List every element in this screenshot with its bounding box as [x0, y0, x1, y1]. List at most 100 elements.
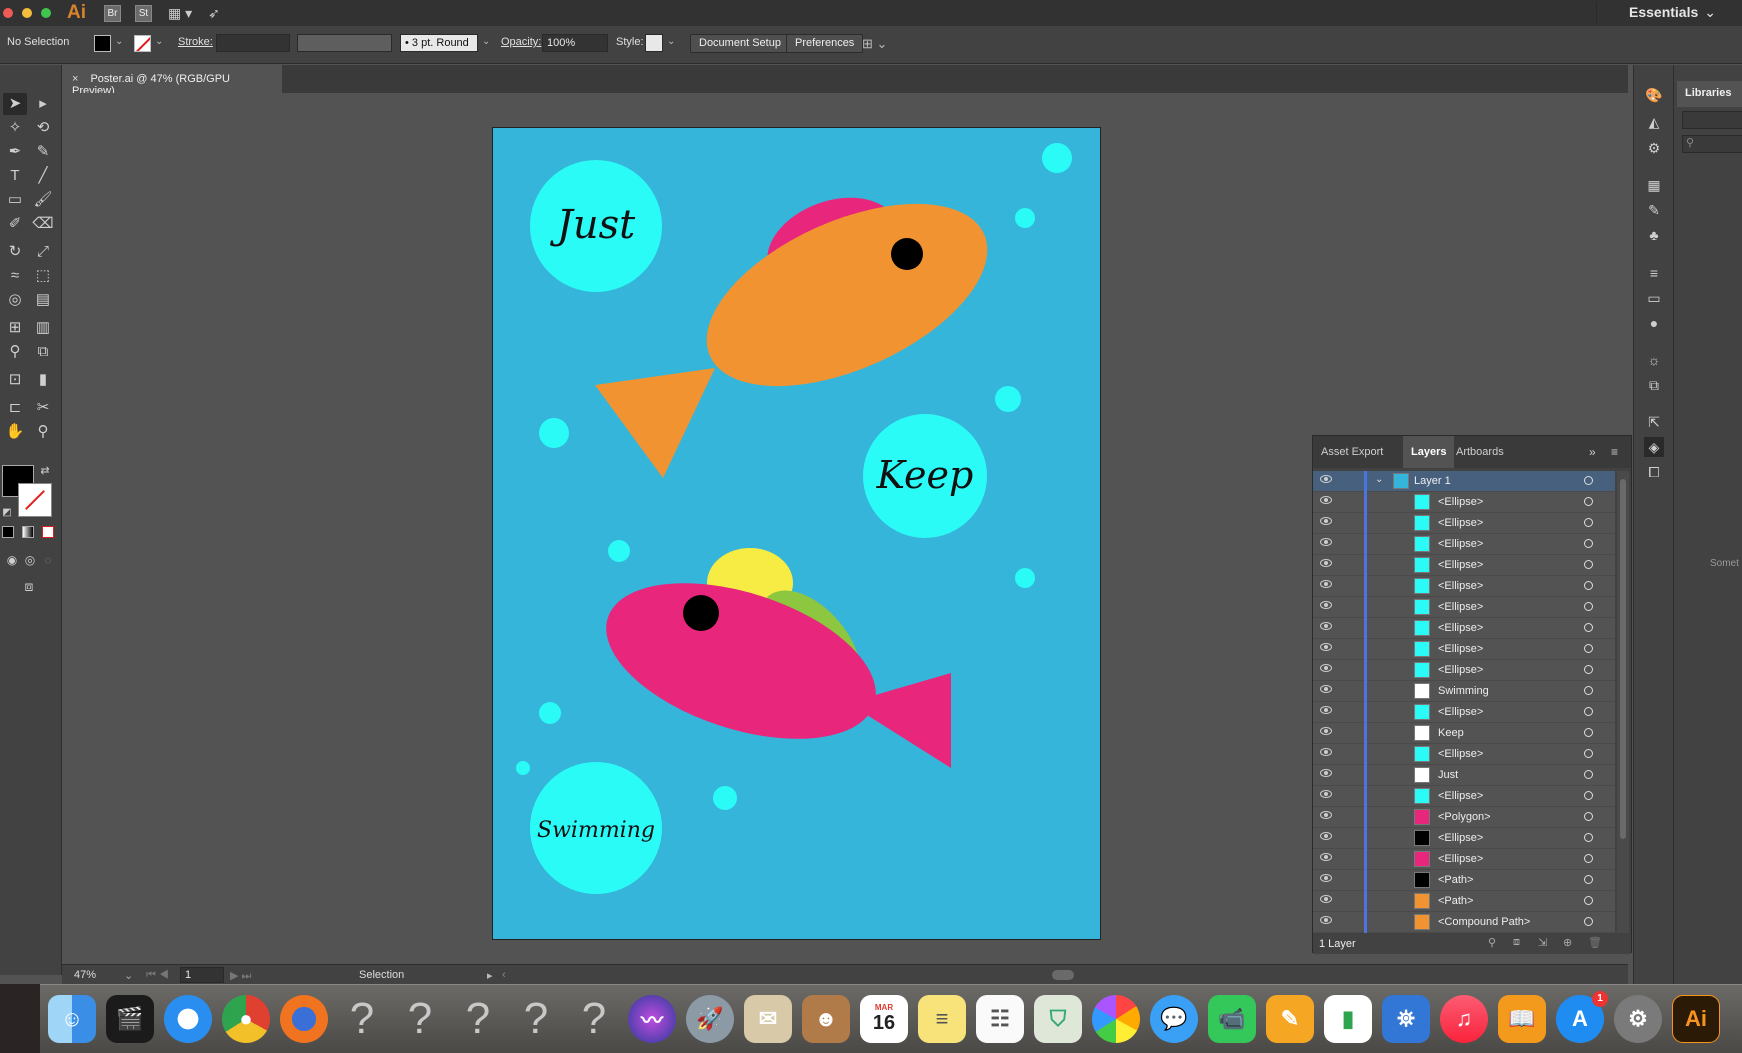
launchpad-icon[interactable]: 🚀 — [686, 995, 734, 1043]
chrome-icon[interactable]: ● — [222, 995, 270, 1043]
gradient-panel-icon[interactable]: ▭ — [1644, 288, 1664, 308]
numbers-icon[interactable]: ▮ — [1324, 995, 1372, 1043]
visibility-eye-icon[interactable] — [1320, 685, 1332, 693]
sublayer-row[interactable]: <Ellipse> — [1313, 492, 1615, 513]
visibility-eye-icon[interactable] — [1320, 538, 1332, 546]
minimize-window-button[interactable] — [22, 8, 32, 18]
bubble[interactable] — [713, 786, 737, 810]
sublayer-row[interactable]: Swimming — [1313, 681, 1615, 702]
curvature-tool-icon[interactable]: ✎ — [31, 141, 55, 163]
stroke-label[interactable]: Stroke: — [178, 36, 213, 48]
sublayer-row[interactable]: <Ellipse> — [1313, 618, 1615, 639]
pages-icon[interactable]: ✎ — [1266, 995, 1314, 1043]
tab-asset-export[interactable]: Asset Export — [1313, 436, 1391, 468]
new-sublayer-icon[interactable]: ⇲ — [1538, 936, 1547, 949]
artboards-icon[interactable]: ⧠ — [1644, 462, 1664, 482]
artboard-number-field[interactable]: 1 — [180, 967, 224, 983]
visibility-eye-icon[interactable] — [1320, 622, 1332, 630]
bubble[interactable] — [1015, 208, 1035, 228]
scale-tool-icon[interactable]: ⤢ — [31, 241, 55, 263]
type-tool-icon[interactable]: T — [3, 165, 27, 187]
sublayer-row[interactable]: <Ellipse> — [1313, 534, 1615, 555]
reminders-icon[interactable]: ☷ — [976, 995, 1024, 1043]
style-swatch[interactable] — [645, 34, 663, 52]
layers-icon[interactable]: ◈ — [1644, 437, 1664, 457]
visibility-eye-icon[interactable] — [1320, 790, 1332, 798]
sublayer-row[interactable]: <Ellipse> — [1313, 576, 1615, 597]
sublayer-row[interactable]: <Ellipse> — [1313, 639, 1615, 660]
photos-icon[interactable] — [1092, 995, 1140, 1043]
sublayer-row[interactable]: <Ellipse> — [1313, 702, 1615, 723]
default-colors-icon[interactable]: ◩ — [0, 502, 19, 524]
illustrator-dock-icon[interactable]: Ai — [1672, 995, 1720, 1043]
just-text[interactable]: Just — [550, 202, 636, 248]
paintbrush-tool-icon[interactable]: 🖌 — [31, 189, 55, 211]
swap-colors-icon[interactable]: ⇄ — [33, 460, 57, 482]
unknown-app-icon[interactable]: ? — [396, 994, 444, 1043]
visibility-eye-icon[interactable] — [1320, 748, 1332, 756]
visibility-eye-icon[interactable] — [1320, 559, 1332, 567]
sublayer-row[interactable]: <Path> — [1313, 891, 1615, 912]
mail-icon[interactable]: ✉ — [744, 995, 792, 1043]
bubble[interactable] — [995, 386, 1021, 412]
target-icon[interactable] — [1584, 812, 1593, 821]
unknown-app-icon[interactable]: ? — [512, 994, 560, 1043]
opacity-label[interactable]: Opacity: — [501, 36, 541, 48]
fill-swatch[interactable] — [94, 35, 111, 52]
unknown-app-icon[interactable]: ? — [570, 994, 618, 1043]
orange-fish-tail[interactable] — [595, 368, 715, 478]
visibility-eye-icon[interactable] — [1320, 895, 1332, 903]
gpu-performance-icon[interactable]: ➶ — [208, 5, 220, 22]
unknown-app-icon[interactable]: ? — [338, 994, 386, 1043]
target-icon[interactable] — [1584, 728, 1593, 737]
visibility-eye-icon[interactable] — [1320, 496, 1332, 504]
notes-icon[interactable]: ≡ — [918, 995, 966, 1043]
collapse-panel-icon[interactable]: » — [1589, 445, 1596, 459]
zoom-level[interactable]: 47% — [74, 969, 96, 981]
width-tool-icon[interactable]: ≈ — [3, 265, 27, 287]
sublayer-row[interactable]: <Ellipse> — [1313, 849, 1615, 870]
close-window-button[interactable] — [3, 8, 13, 18]
visibility-eye-icon[interactable] — [1320, 580, 1332, 588]
target-icon[interactable] — [1584, 476, 1593, 485]
sublayer-row[interactable]: <Ellipse> — [1313, 828, 1615, 849]
close-document-icon[interactable]: × — [72, 73, 78, 85]
artboard-nav-last-icon[interactable]: ▶ ⏭ — [230, 969, 251, 983]
brush-dropdown-icon[interactable]: ⌄ — [482, 36, 490, 47]
bubble[interactable] — [608, 540, 630, 562]
brush-definition-field[interactable]: • 3 pt. Round — [400, 34, 478, 52]
unknown-app-icon[interactable]: ? — [454, 994, 502, 1043]
hand-tool-icon[interactable]: ✋ — [3, 421, 27, 443]
artboard[interactable]: Just Keep Swimming — [492, 127, 1101, 940]
make-clipping-mask-icon[interactable]: ⧈ — [1513, 936, 1520, 949]
siri-icon[interactable]: 〰 — [628, 995, 676, 1043]
library-search-input[interactable]: ⚲ — [1682, 135, 1742, 153]
shape-builder-tool-icon[interactable]: ◎ — [3, 289, 27, 311]
ibooks-icon[interactable]: 📖 — [1498, 995, 1546, 1043]
status-menu-icon[interactable]: ▸ — [487, 969, 493, 982]
target-icon[interactable] — [1584, 539, 1593, 548]
tab-artboards[interactable]: Artboards — [1448, 436, 1512, 468]
align-options-icon[interactable]: ⊞ ⌄ — [862, 36, 887, 52]
visibility-eye-icon[interactable] — [1320, 916, 1332, 924]
finder-icon[interactable]: ☺ — [48, 995, 96, 1043]
workspace-switcher[interactable]: Essentials ⌄ — [1629, 4, 1716, 21]
target-icon[interactable] — [1584, 686, 1593, 695]
opacity-field[interactable]: 100% — [542, 34, 608, 52]
sublayer-row[interactable]: Just — [1313, 765, 1615, 786]
sublayer-row[interactable]: <Ellipse> — [1313, 744, 1615, 765]
color-guide-icon[interactable]: 🎨 — [1644, 85, 1664, 105]
system-preferences-icon[interactable]: ⚙ — [1614, 995, 1662, 1043]
properties-icon[interactable]: ◭ — [1644, 112, 1664, 132]
stroke-dropdown-icon[interactable]: ⌄ — [155, 36, 163, 47]
brushes-icon[interactable]: ✎ — [1644, 200, 1664, 220]
rectangle-tool-icon[interactable]: ▭ — [3, 189, 27, 211]
visibility-eye-icon[interactable] — [1320, 475, 1332, 483]
artboard-tool-icon[interactable]: ⊏ — [3, 397, 27, 419]
direct-selection-tool-icon[interactable]: ▸ — [31, 93, 55, 115]
line-tool-icon[interactable]: ╱ — [31, 165, 55, 187]
contacts-icon[interactable]: ☻ — [802, 995, 850, 1043]
bubble[interactable] — [516, 761, 530, 775]
layers-scrollbar[interactable] — [1617, 471, 1629, 933]
visibility-eye-icon[interactable] — [1320, 643, 1332, 651]
